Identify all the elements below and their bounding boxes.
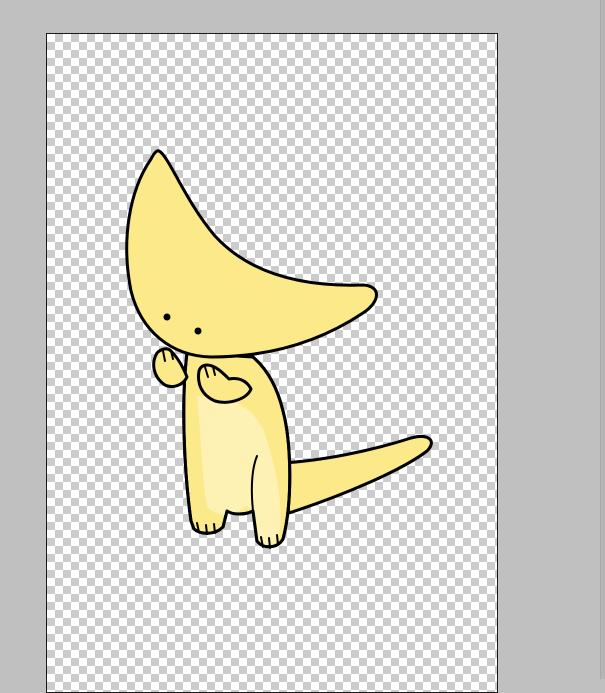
creature-eye-left bbox=[163, 313, 171, 321]
document-canvas[interactable] bbox=[46, 33, 498, 693]
creature-illustration bbox=[125, 149, 433, 549]
creature-eye-right bbox=[194, 327, 202, 335]
workspace-background bbox=[0, 0, 605, 693]
creature-head bbox=[125, 149, 378, 359]
creature-arm-left bbox=[152, 347, 189, 389]
creature-tail bbox=[279, 435, 433, 515]
scrollbar-edge[interactable] bbox=[600, 0, 605, 679]
